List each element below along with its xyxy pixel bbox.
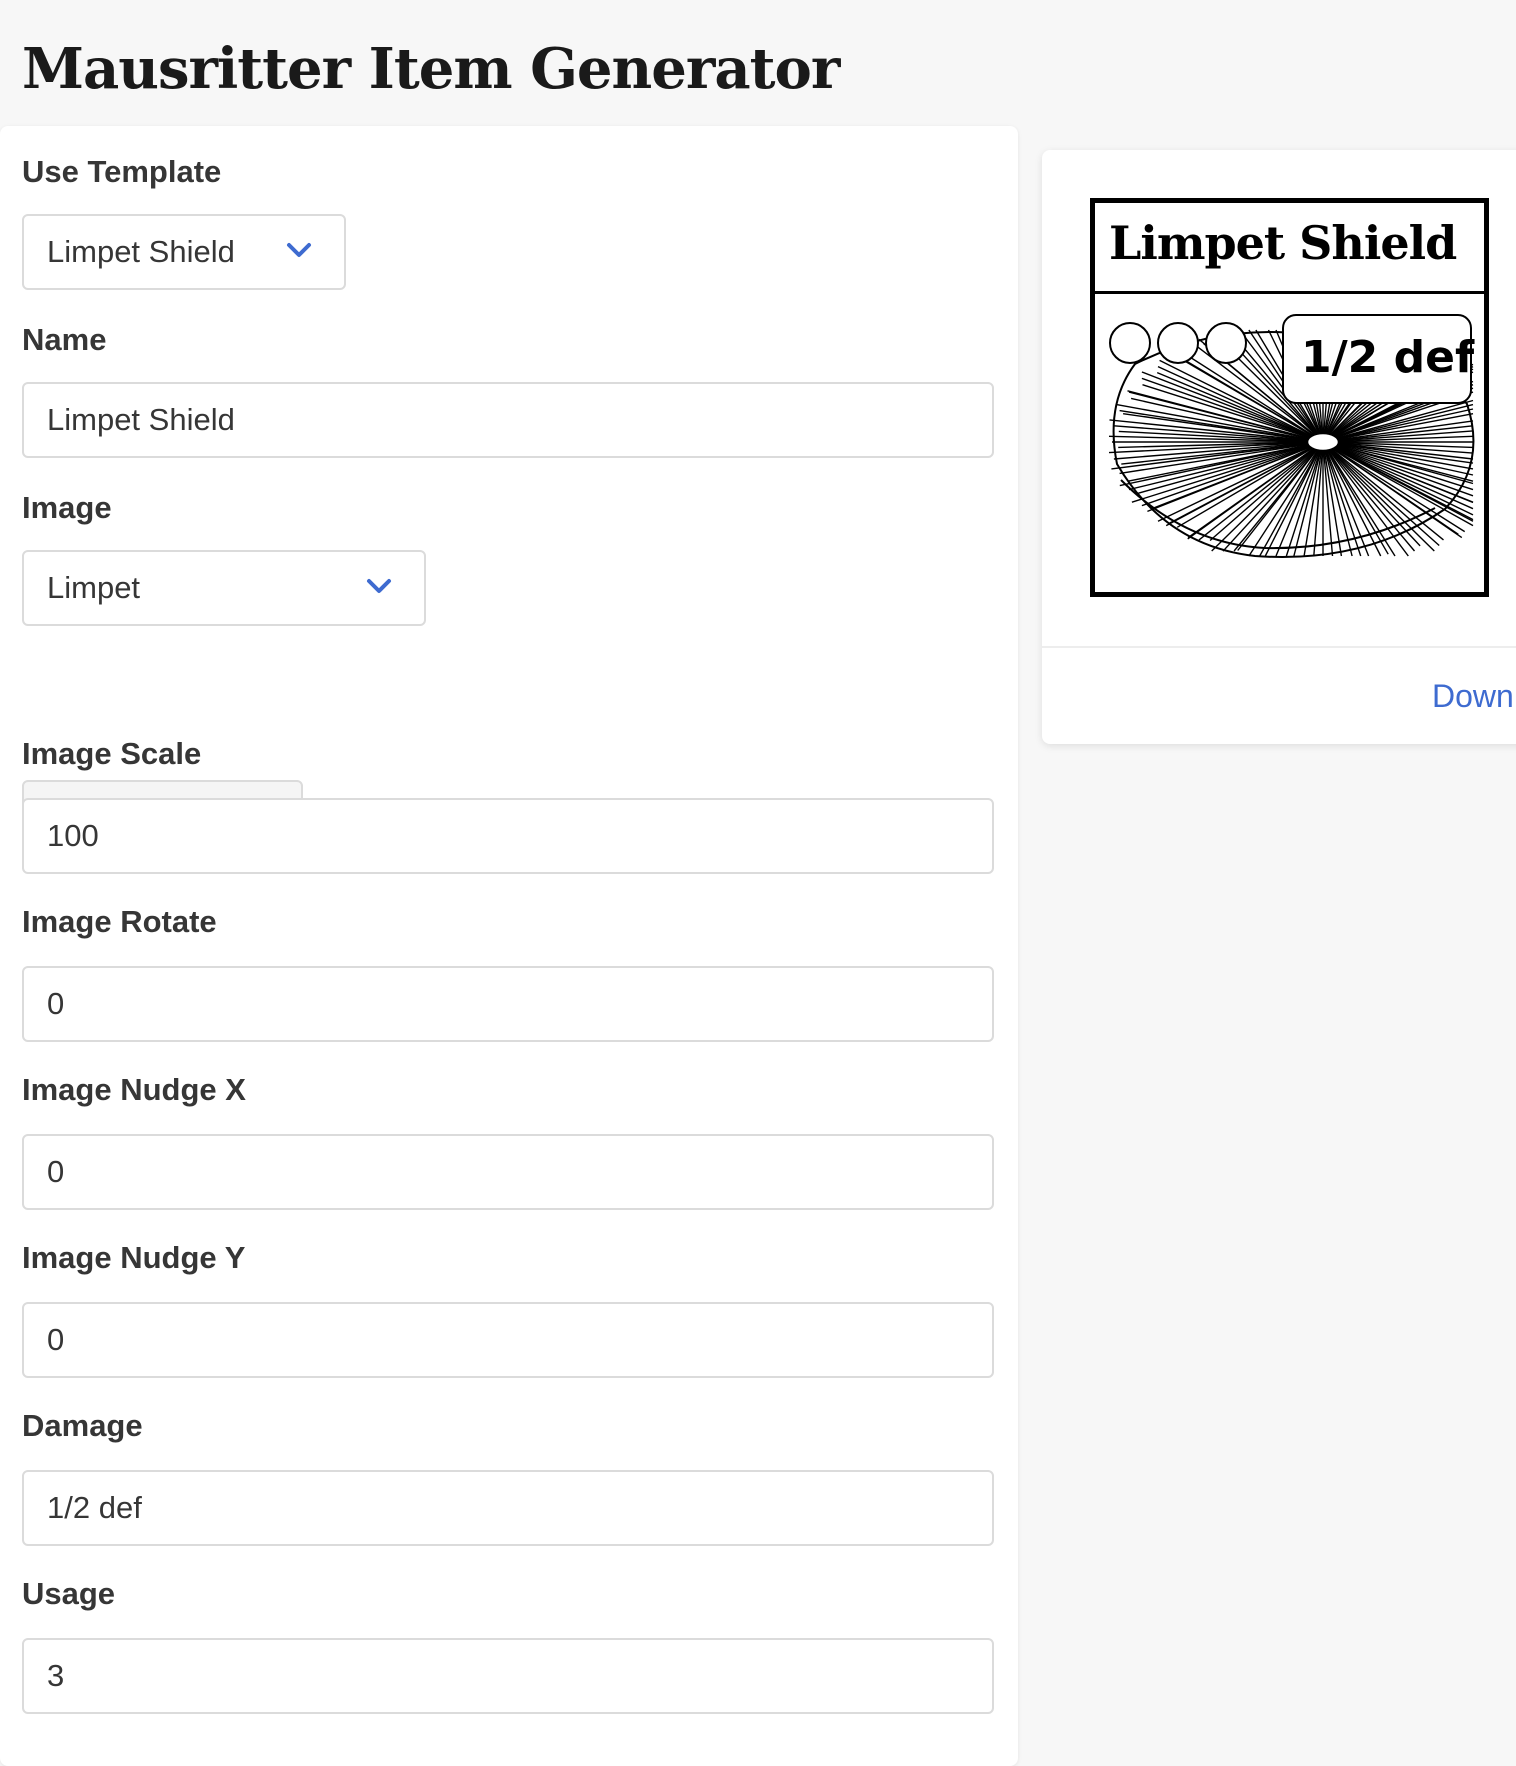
use-template-select[interactable]: Limpet Shield bbox=[22, 214, 346, 290]
preview-footer-divider bbox=[1042, 646, 1516, 648]
shell-ray bbox=[1211, 441, 1324, 552]
usage-pip-3 bbox=[1205, 322, 1247, 364]
image-rotate-label: Image Rotate bbox=[22, 904, 217, 939]
image-nudge-x-input[interactable]: 0 bbox=[22, 1134, 994, 1210]
image-scale-value: 100 bbox=[47, 818, 99, 853]
image-nudge-x-label: Image Nudge X bbox=[22, 1072, 246, 1107]
use-template-value: Limpet Shield bbox=[47, 234, 235, 269]
shell-ray bbox=[1127, 441, 1324, 482]
image-nudge-y-input[interactable]: 0 bbox=[22, 1302, 994, 1378]
image-nudge-y-value: 0 bbox=[47, 1322, 65, 1357]
name-input[interactable]: Limpet Shield bbox=[22, 382, 994, 458]
shell-ray bbox=[1322, 441, 1474, 527]
card-title: Limpet Shield bbox=[1109, 216, 1457, 270]
item-form-panel: Use Template Limpet Shield Name Limpet S… bbox=[0, 126, 1018, 1766]
usage-value: 3 bbox=[47, 1658, 65, 1693]
item-preview-panel: Limpet Shield 1/2 def Down bbox=[1042, 150, 1516, 744]
name-label: Name bbox=[22, 322, 107, 357]
damage-label: Damage bbox=[22, 1408, 143, 1443]
usage-label: Usage bbox=[22, 1576, 116, 1611]
image-scale-input[interactable]: 100 bbox=[22, 798, 994, 874]
usage-pip-1 bbox=[1109, 322, 1151, 364]
chevron-down-icon bbox=[287, 243, 311, 257]
damage-input[interactable]: 1/2 def bbox=[22, 1470, 994, 1546]
card-damage-tag: 1/2 def bbox=[1282, 314, 1474, 404]
image-nudge-y-label: Image Nudge Y bbox=[22, 1240, 246, 1275]
usage-input[interactable]: 3 bbox=[22, 1638, 994, 1714]
item-card-preview: Limpet Shield 1/2 def bbox=[1090, 198, 1489, 597]
usage-pip-2 bbox=[1157, 322, 1199, 364]
image-select[interactable]: Limpet bbox=[22, 550, 426, 626]
chevron-down-icon bbox=[367, 579, 391, 593]
use-template-label: Use Template bbox=[22, 154, 222, 189]
name-value: Limpet Shield bbox=[47, 402, 235, 437]
image-label: Image bbox=[22, 490, 112, 525]
page-title: Mausritter Item Generator bbox=[22, 36, 840, 102]
image-rotate-input[interactable]: 0 bbox=[22, 966, 994, 1042]
image-value: Limpet bbox=[47, 570, 141, 605]
image-nudge-x-value: 0 bbox=[47, 1154, 65, 1189]
download-link[interactable]: Down bbox=[1432, 678, 1514, 715]
image-rotate-value: 0 bbox=[47, 986, 65, 1021]
image-scale-label: Image Scale bbox=[22, 736, 202, 771]
damage-value: 1/2 def bbox=[47, 1490, 142, 1525]
